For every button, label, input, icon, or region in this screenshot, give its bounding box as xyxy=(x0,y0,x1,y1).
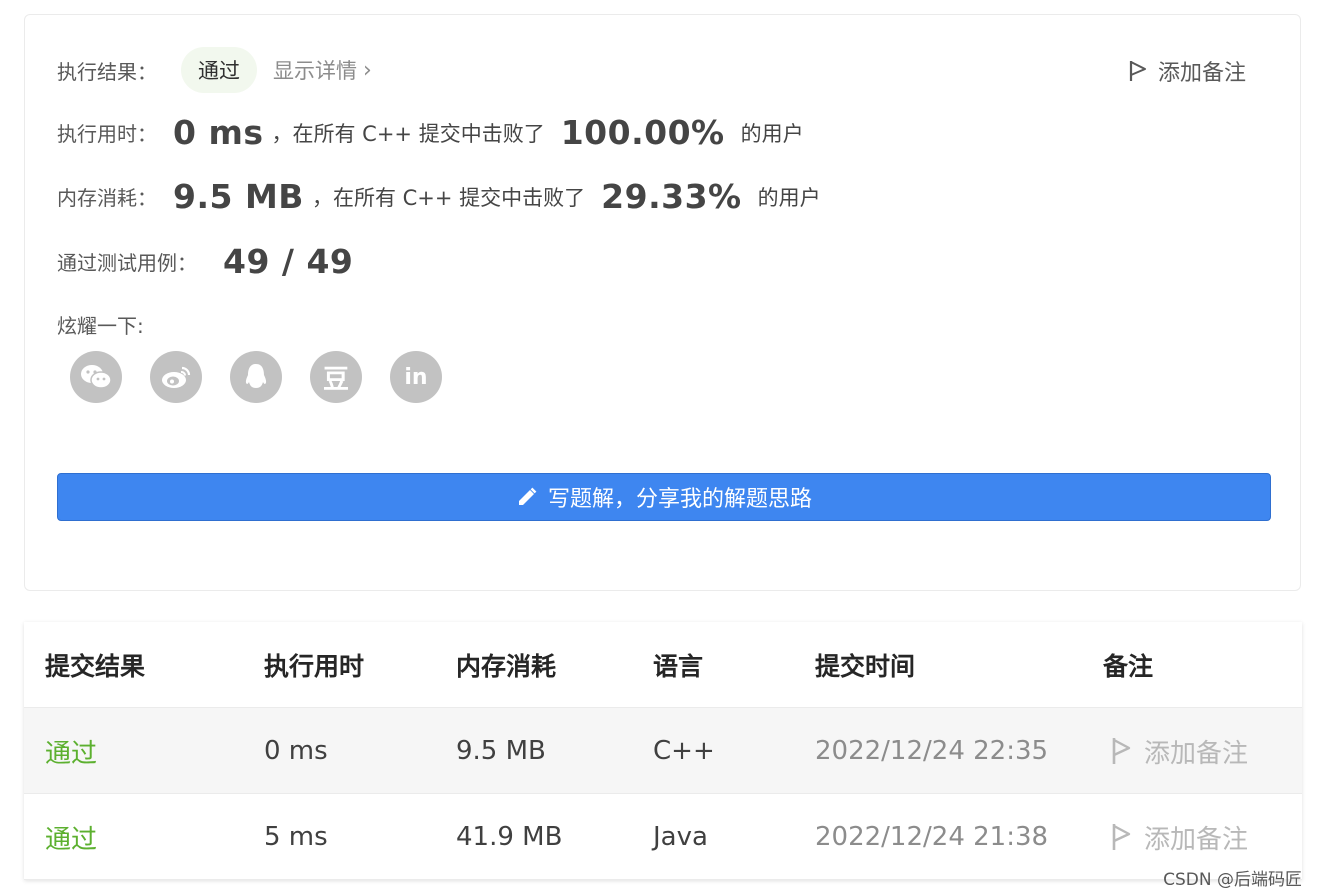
flag-icon xyxy=(1112,738,1131,764)
share-row: 炫耀一下: xyxy=(57,310,144,339)
result-label: 执行结果： xyxy=(57,59,157,84)
row-add-note-label: 添加备注 xyxy=(1144,824,1249,855)
header-result: 提交结果 xyxy=(45,652,146,681)
row-runtime: 0 ms xyxy=(264,736,328,766)
row-runtime: 5 ms xyxy=(264,822,328,852)
header-runtime: 执行用时 xyxy=(264,652,365,681)
chevron-right-icon: › xyxy=(363,57,372,83)
memory-row: 内存消耗： 9.5 MB ，在所有 C++ 提交中击败了 29.33% 的用户 xyxy=(57,177,821,216)
row-status[interactable]: 通过 xyxy=(45,794,97,880)
memory-value: 9.5 MB xyxy=(173,177,304,216)
wechat-icon[interactable] xyxy=(70,351,122,403)
runtime-row: 执行用时： 0 ms ，在所有 C++ 提交中击败了 100.00% 的用户 xyxy=(57,113,804,152)
row-memory: 41.9 MB xyxy=(456,822,563,852)
row-language: C++ xyxy=(653,736,715,766)
status-badge: 通过 xyxy=(181,47,257,93)
table-row[interactable]: 通过 0 ms 9.5 MB C++ 2022/12/24 22:35 添加备注 xyxy=(24,708,1302,794)
share-label: 炫耀一下: xyxy=(57,314,144,338)
result-card: 执行结果： 通过 显示详情 › 添加备注 执行用时： 0 ms ，在所有 C++… xyxy=(24,14,1301,591)
row-add-note-label: 添加备注 xyxy=(1144,738,1249,769)
tests-label: 通过测试用例： xyxy=(57,251,197,275)
runtime-suffix: 的用户 xyxy=(740,121,804,146)
douban-icon[interactable]: 豆 xyxy=(310,351,362,403)
tests-value: 49 / 49 xyxy=(223,242,354,281)
result-row: 执行结果： 通过 显示详情 › xyxy=(57,47,372,93)
flag-icon xyxy=(1129,61,1146,81)
table-header: 提交结果 执行用时 内存消耗 语言 提交时间 备注 xyxy=(24,622,1302,708)
add-note-button[interactable]: 添加备注 xyxy=(1128,55,1246,87)
header-memory: 内存消耗 xyxy=(456,652,557,681)
header-language: 语言 xyxy=(653,652,704,681)
memory-mid-text: ，在所有 C++ 提交中击败了 xyxy=(311,185,586,210)
row-add-note-button[interactable]: 添加备注 xyxy=(1110,708,1248,794)
share-icons: 豆 in xyxy=(70,351,470,403)
row-language: Java xyxy=(653,822,708,852)
memory-suffix: 的用户 xyxy=(757,185,821,210)
show-details-label: 显示详情 xyxy=(273,59,357,83)
tests-row: 通过测试用例： 49 / 49 xyxy=(57,242,353,281)
write-solution-button[interactable]: 写题解，分享我的解题思路 xyxy=(57,473,1271,521)
weibo-glyph-icon xyxy=(162,366,191,388)
runtime-mid-text: ，在所有 C++ 提交中击败了 xyxy=(271,121,545,146)
weibo-icon[interactable] xyxy=(150,351,202,403)
add-note-label: 添加备注 xyxy=(1157,61,1246,86)
qq-glyph-icon xyxy=(245,364,267,388)
show-details-link[interactable]: 显示详情 › xyxy=(273,55,372,85)
header-note: 备注 xyxy=(1103,652,1154,681)
watermark: CSDN @后端码匠 xyxy=(1163,870,1302,890)
submissions-table: 提交结果 执行用时 内存消耗 语言 提交时间 备注 通过 0 ms 9.5 MB… xyxy=(24,622,1302,880)
memory-percent: 29.33% xyxy=(601,177,742,216)
write-solution-label: 写题解，分享我的解题思路 xyxy=(547,487,812,512)
wechat-glyph-icon xyxy=(81,365,112,389)
memory-label: 内存消耗： xyxy=(57,186,157,210)
flag-icon xyxy=(1112,824,1131,850)
runtime-label: 执行用时： xyxy=(57,122,157,146)
runtime-value: 0 ms xyxy=(173,113,264,152)
pencil-icon xyxy=(518,487,537,505)
row-memory: 9.5 MB xyxy=(456,736,546,766)
row-time: 2022/12/24 22:35 xyxy=(815,736,1049,766)
table-row[interactable]: 通过 5 ms 41.9 MB Java 2022/12/24 21:38 添加… xyxy=(24,794,1302,880)
qq-icon[interactable] xyxy=(230,351,282,403)
row-time: 2022/12/24 21:38 xyxy=(815,822,1049,852)
header-time: 提交时间 xyxy=(815,652,916,681)
row-status[interactable]: 通过 xyxy=(45,708,97,794)
runtime-percent: 100.00% xyxy=(560,113,725,152)
linkedin-icon[interactable]: in xyxy=(390,351,442,403)
